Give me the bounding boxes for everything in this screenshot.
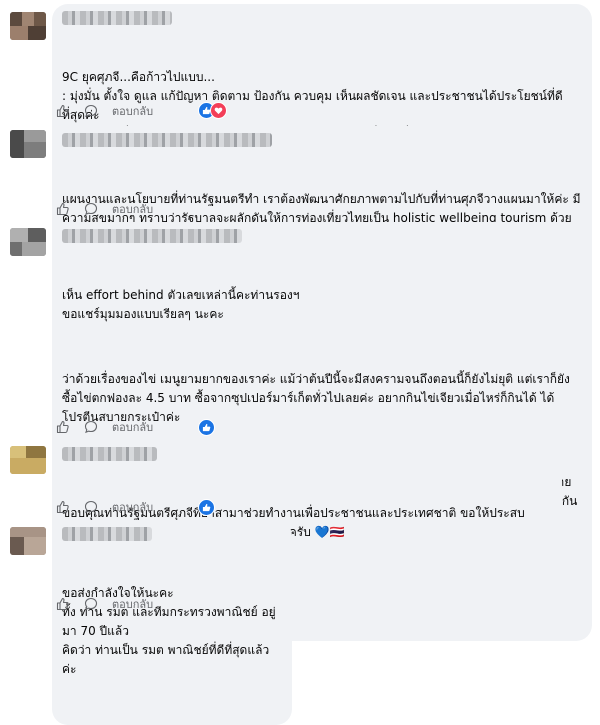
comment-actions: ตอบกลับ [56,499,153,515]
reaction-summary[interactable] [198,419,215,436]
comment-icon[interactable] [84,500,98,514]
reply-link[interactable]: ตอบกลับ [112,200,153,218]
avatar[interactable] [10,228,46,256]
comment-actions: ตอบกลับ [56,419,153,435]
like-icon[interactable] [56,104,70,118]
like-icon[interactable] [56,500,70,514]
avatar[interactable] [10,446,46,474]
commenter-name[interactable] [62,133,272,147]
comment-icon[interactable] [84,104,98,118]
avatar[interactable] [10,12,46,40]
comment-text: ขอส่งกำลังใจให้นะคะ ทั้ง ท่าน รมต และทีม… [62,546,282,717]
reply-link[interactable]: ตอบกลับ [112,418,153,436]
like-reaction-icon [198,419,215,436]
like-icon[interactable] [56,597,70,611]
like-icon[interactable] [56,202,70,216]
reply-link[interactable]: ตอบกลับ [112,102,153,120]
reaction-summary[interactable] [198,102,227,119]
comment-icon[interactable] [84,597,98,611]
reaction-summary[interactable] [198,499,215,516]
reply-link[interactable]: ตอบกลับ [112,595,153,613]
love-reaction-icon [210,102,227,119]
commenter-name[interactable] [62,11,172,25]
comment-bubble: ขอส่งกำลังใจให้นะคะ ทั้ง ท่าน รมต และทีม… [52,520,292,725]
comment-paragraph: เห็น effort behind ตัวเลขเหล่านี้คะท่านร… [62,288,300,321]
comment-icon[interactable] [84,420,98,434]
avatar[interactable] [10,130,46,158]
like-reaction-icon [198,499,215,516]
like-icon[interactable] [56,420,70,434]
comment-icon[interactable] [84,202,98,216]
commenter-name[interactable] [62,447,157,461]
avatar[interactable] [10,527,46,555]
reply-link[interactable]: ตอบกลับ [112,498,153,516]
commenter-name[interactable] [62,229,242,243]
comment-actions: ตอบกลับ [56,201,153,217]
comment-actions: ตอบกลับ [56,103,153,119]
commenter-name[interactable] [62,527,152,541]
